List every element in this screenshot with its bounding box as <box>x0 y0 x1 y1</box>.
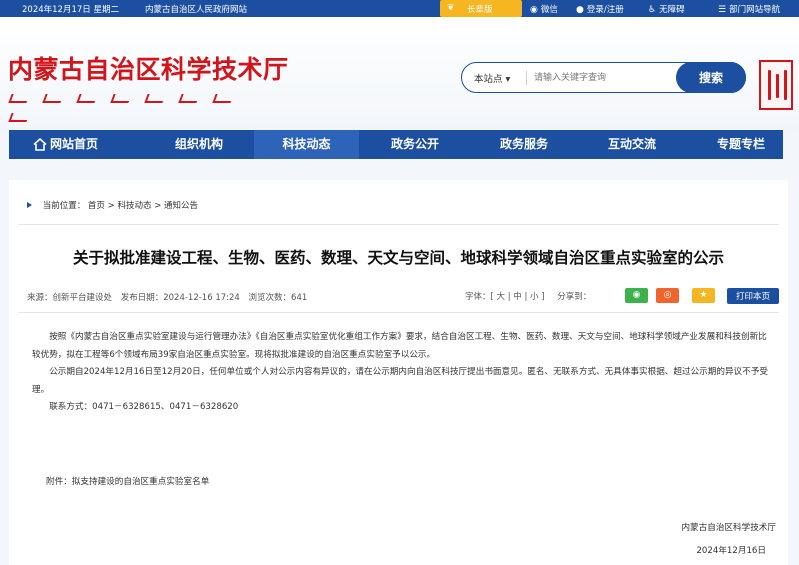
breadcrumb-sep: > <box>107 201 115 211</box>
share-label: 分享到： <box>557 292 592 302</box>
breadcrumb-prefix: 当前位置： <box>42 201 86 211</box>
divider <box>18 224 779 225</box>
leaf-icon: ❦ <box>447 3 455 13</box>
nav-item-gov-affairs[interactable]: 政务公开 <box>365 130 465 159</box>
sitemap-icon: ☰ <box>718 5 727 15</box>
site-logo[interactable]: 内蒙古自治区科学技术厅 <box>8 50 289 86</box>
article-meta: 来源：创新平台建设处 发布日期：2024-12-16 17:24 浏览次数：64… <box>27 291 313 303</box>
accessibility-icon: ♿ <box>648 5 657 15</box>
share-weibo-icon[interactable]: ◎ <box>656 288 679 303</box>
gov-site-link[interactable]: 内蒙古自治区人民政府网站 <box>145 3 247 15</box>
accessibility-label: 无障碍 <box>659 5 685 15</box>
sitemap-label: 部门网站导航 <box>729 5 781 15</box>
search-scope-select[interactable]: 本站点 ▾ <box>474 71 510 85</box>
elder-mode-label: 长辈版 <box>467 5 493 15</box>
wechat-label: 微信 <box>540 5 558 15</box>
article-paragraph: 按照《内蒙古自治区重点实验室建设与运行管理办法》《自治区重点实验室优化重组工作方… <box>32 332 767 360</box>
current-date: 2024年12月17日 星期二 <box>22 5 119 15</box>
print-button[interactable]: 打印本页 <box>727 288 779 304</box>
site-header: 内蒙古自治区科学技术厅 本站点 ▾ 搜索 <box>0 17 799 130</box>
breadcrumb-home[interactable]: 首页 <box>88 201 105 211</box>
login-link[interactable]: ● 登录/注册 <box>576 3 624 15</box>
sitemap-link[interactable]: ☰ 部门网站导航 <box>718 3 780 15</box>
nav-item-home[interactable]: 网站首页 <box>9 130 119 159</box>
nav-item-gov-services[interactable]: 政务服务 <box>473 130 575 159</box>
search-separator <box>526 71 527 85</box>
article-publish-date: 发布日期：2024-12-16 17:24 <box>120 293 240 303</box>
accessibility-link[interactable]: ♿ 无障碍 <box>648 3 685 15</box>
nav-item-tech-news[interactable]: 科技动态 <box>254 130 359 159</box>
breadcrumb: 当前位置： 首页 > 科技动态 > 通知公告 <box>27 199 198 211</box>
wechat-link[interactable]: ◉ 微信 <box>530 3 558 15</box>
search-input[interactable] <box>534 68 674 88</box>
article-attachment[interactable]: 附件：拟支持建设的自治区重点实验室名单 <box>46 475 209 487</box>
wechat-icon: ◉ <box>530 5 538 15</box>
breadcrumb-tech-news[interactable]: 科技动态 <box>117 201 151 211</box>
article-card: 当前位置： 首页 > 科技动态 > 通知公告 关于拟批准建设工程、生物、医药、数… <box>9 180 788 565</box>
breadcrumb-notices[interactable]: 通知公告 <box>164 201 198 211</box>
article-paragraph: 公示期自2024年12月16日至12月20日，任何单位或个人对公示内容有异议的，… <box>32 367 768 395</box>
font-size-switch[interactable]: 字体：[ 大 | 中 | 小 ] <box>465 292 545 302</box>
article-source: 来源：创新平台建设处 <box>27 293 113 303</box>
breadcrumb-sep: > <box>154 201 162 211</box>
article-paragraph: 联系方式：0471－6328615、0471－6328620 <box>49 402 239 412</box>
elder-mode-button[interactable]: ❦ 长辈版 <box>440 0 522 17</box>
article-signature: 内蒙古自治区科学技术厅 <box>681 523 776 533</box>
nav-item-special-topics[interactable]: 专题专栏 <box>690 130 792 159</box>
nav-label-home: 网站首页 <box>49 137 98 151</box>
mongolian-seal-logo <box>759 60 793 110</box>
login-label: 登录/注册 <box>586 5 624 15</box>
top-bar: 2024年12月17日 星期二 内蒙古自治区人民政府网站 ❦ 长辈版 ◉ 微信 ●… <box>0 0 799 17</box>
article-views: 浏览次数：641 <box>248 293 308 303</box>
nav-item-organization[interactable]: 组织机构 <box>149 130 249 159</box>
triangle-icon <box>27 202 32 208</box>
article-tools: 字体：[ 大 | 中 | 小 ] 分享到： <box>465 290 591 302</box>
article-title: 关于拟批准建设工程、生物、医药、数理、天文与空间、地球科学领域自治区重点实验室的… <box>72 249 724 267</box>
mongolian-script-logo <box>8 88 280 122</box>
divider <box>18 312 779 313</box>
user-icon: ● <box>576 5 584 15</box>
main-nav: 网站首页 组织机构 科技动态 政务公开 政务服务 互动交流 专题专栏 <box>9 130 783 159</box>
article-sign-date: 2024年12月16日 <box>696 546 766 556</box>
share-star-icon[interactable]: ★ <box>692 288 715 303</box>
share-wechat-icon[interactable]: ◉ <box>625 288 648 303</box>
home-icon <box>33 138 47 151</box>
article-body: 按照《内蒙古自治区重点实验室建设与运行管理办法》《自治区重点实验室优化重组工作方… <box>32 329 774 417</box>
search-button[interactable]: 搜索 <box>676 62 746 93</box>
nav-item-interaction[interactable]: 互动交流 <box>581 130 683 159</box>
